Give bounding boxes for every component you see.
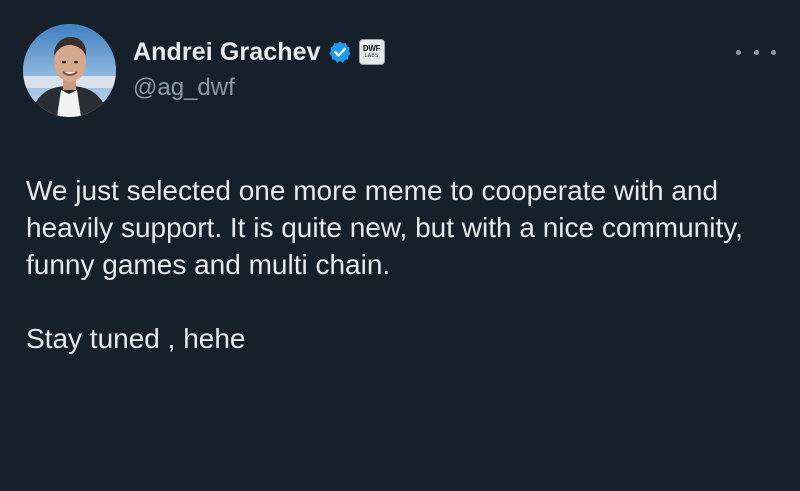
user-handle[interactable]: @ag_dwf [133, 74, 385, 102]
affiliate-badge-top: DWF [362, 44, 381, 53]
avatar-image [23, 24, 116, 117]
more-dot [736, 49, 741, 55]
more-dot [753, 49, 759, 55]
verified-badge-icon[interactable] [328, 40, 352, 64]
affiliate-badge[interactable]: DWF LABS [358, 39, 385, 65]
tweet-text: We just selected one more meme to cooper… [26, 172, 776, 357]
more-options-icon[interactable] [736, 42, 776, 62]
more-dot [771, 49, 776, 55]
tweet-paragraph: We just selected one more meme to cooper… [26, 175, 743, 280]
tweet-paragraph: Stay tuned , hehe [26, 323, 246, 354]
display-name[interactable]: Andrei Grachev [133, 38, 321, 67]
tweet-card: Andrei Grachev DWF LABS @ag_dwf We just … [0, 0, 800, 491]
tweet-header: Andrei Grachev DWF LABS @ag_dwf [133, 36, 385, 102]
avatar[interactable] [23, 24, 116, 117]
affiliate-badge-bottom: LABS [364, 53, 379, 59]
name-row: Andrei Grachev DWF LABS [133, 36, 385, 68]
